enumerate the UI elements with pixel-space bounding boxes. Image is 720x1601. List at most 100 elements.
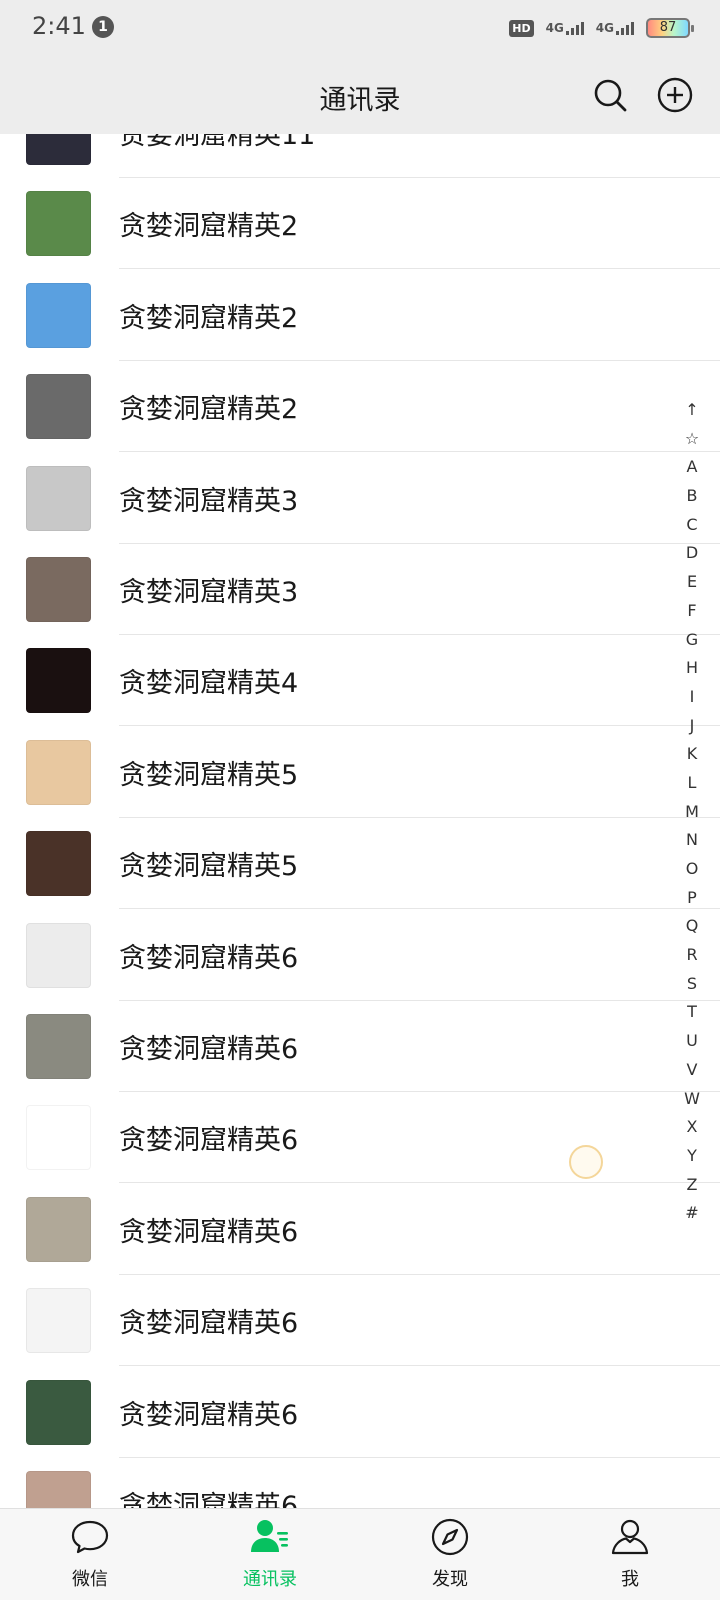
top-nav-bar: 通讯录 (0, 56, 720, 134)
network-type-1: 4G (545, 21, 564, 35)
signal-icon-1: 4G (546, 21, 584, 35)
person-icon (611, 1519, 649, 1555)
contact-avatar (26, 282, 91, 348)
contact-avatar (26, 648, 91, 714)
index-letter[interactable]: V (674, 1056, 710, 1085)
contact-avatar (26, 374, 91, 440)
contact-name: 贪婪洞窟精英3 (119, 577, 299, 608)
contact-name: 贪婪洞窟精英2 (119, 394, 299, 426)
index-letter[interactable]: ☆ (674, 425, 710, 454)
index-letter[interactable]: A (674, 453, 710, 482)
index-letter[interactable]: Q (674, 912, 710, 941)
search-icon[interactable] (591, 76, 629, 114)
index-letter[interactable]: X (674, 1113, 710, 1142)
contact-name: 贪婪洞窟精英4 (119, 668, 299, 700)
contact-row[interactable]: 贪婪洞窟精英2 (0, 178, 720, 270)
contact-row[interactable]: 贪婪洞窟精英6 (0, 1092, 720, 1184)
contact-avatar (26, 739, 91, 805)
status-icons: HD 4G 4G 87 (509, 14, 694, 42)
contact-row[interactable]: 贪婪洞窟精英5 (0, 727, 720, 818)
contact-row[interactable]: 贪婪洞窟精英5 (0, 818, 720, 910)
plus-circle-icon[interactable] (656, 76, 694, 114)
index-letter[interactable]: D (674, 539, 710, 568)
index-letter[interactable]: Y (674, 1142, 710, 1171)
contact-avatar (26, 1105, 91, 1171)
index-letter[interactable]: W (674, 1085, 710, 1114)
contact-avatar (26, 1288, 91, 1354)
touch-indicator (569, 1145, 603, 1179)
contact-avatar (26, 831, 91, 897)
hd-icon: HD (509, 19, 534, 37)
contact-avatar (26, 922, 91, 988)
signal-icon-2: 4G (596, 21, 634, 35)
contact-row[interactable]: 贪婪洞窟精英4 (0, 635, 720, 727)
contact-avatar (26, 191, 91, 257)
chat-bubble-icon (71, 1520, 109, 1554)
tab-label: 微信 (72, 1569, 108, 1590)
contact-row[interactable]: 贪婪洞窟精英6 (0, 1275, 720, 1367)
tab-chats[interactable]: 微信 (0, 1509, 180, 1601)
index-letter[interactable]: Z (674, 1171, 710, 1200)
index-letter[interactable]: E (674, 568, 710, 597)
status-time: 2:41 (32, 12, 86, 40)
tab-discover[interactable]: 发现 (360, 1509, 540, 1601)
contact-name: 贪婪洞窟精英5 (119, 759, 299, 791)
index-letter[interactable]: K (674, 740, 710, 769)
tab-label: 发现 (432, 1569, 468, 1590)
contact-name: 贪婪洞窟精英6 (119, 1125, 299, 1157)
contact-name: 贪婪洞窟精英11 (119, 134, 316, 151)
index-letter[interactable]: G (674, 626, 710, 655)
contacts-icon (251, 1520, 288, 1552)
contact-name: 贪婪洞窟精英2 (119, 211, 299, 243)
index-letter[interactable]: B (674, 482, 710, 511)
contact-name: 贪婪洞窟精英5 (119, 851, 299, 883)
contact-name: 贪婪洞窟精英2 (119, 302, 299, 334)
tab-label: 我 (621, 1569, 639, 1590)
index-letter[interactable]: L (674, 769, 710, 798)
index-letter[interactable]: F (674, 597, 710, 626)
contact-name: 贪婪洞窟精英6 (119, 1034, 299, 1065)
contact-avatar (26, 134, 91, 165)
index-letter[interactable]: I (674, 683, 710, 712)
contact-avatar (26, 557, 91, 622)
alphabet-index[interactable]: ↑ ☆ A B C D E F G H I J K L M N O P Q R S T U V W X Y Z # (674, 396, 710, 1228)
index-letter[interactable]: M (674, 798, 710, 827)
contact-row[interactable]: 贪婪洞窟精英2 (0, 270, 720, 361)
index-letter[interactable]: S (674, 970, 710, 999)
compass-icon (431, 1518, 469, 1556)
index-letter[interactable]: J (674, 712, 710, 741)
tab-label: 通讯录 (243, 1569, 297, 1590)
contact-avatar (26, 1471, 91, 1508)
contact-row[interactable]: 贪婪洞窟精英6 (0, 1184, 720, 1275)
bottom-tab-bar: 微信 通讯录 发现 我 (0, 1508, 720, 1600)
index-letter[interactable]: H (674, 654, 710, 683)
index-letter[interactable]: O (674, 855, 710, 884)
battery-icon: 87 (646, 18, 694, 38)
tab-me[interactable]: 我 (540, 1509, 720, 1601)
status-bar: 2:41 1 HD 4G 4G 87 (0, 0, 720, 56)
contact-name: 贪婪洞窟精英6 (119, 1308, 299, 1340)
index-letter[interactable]: T (674, 998, 710, 1027)
contact-row[interactable]: 贪婪洞窟精英3 (0, 453, 720, 544)
contact-avatar (26, 1379, 91, 1445)
contact-row[interactable]: 贪婪洞窟精英6 (0, 1458, 720, 1508)
network-type-2: 4G (595, 21, 614, 35)
contact-row[interactable]: 贪婪洞窟精英3 (0, 544, 720, 635)
tab-contacts[interactable]: 通讯录 (180, 1509, 360, 1601)
index-letter[interactable]: U (674, 1027, 710, 1056)
contact-row[interactable]: 贪婪洞窟精英6 (0, 1367, 720, 1458)
index-letter[interactable]: # (674, 1199, 710, 1228)
notification-badge: 1 (92, 16, 114, 38)
index-letter[interactable]: P (674, 884, 710, 913)
contact-name: 贪婪洞窟精英6 (119, 1491, 299, 1508)
index-letter[interactable]: N (674, 826, 710, 855)
index-letter[interactable]: C (674, 511, 710, 540)
contact-row[interactable]: 贪婪洞窟精英6 (0, 910, 720, 1001)
contact-list[interactable]: 贪婪洞窟精英11 贪婪洞窟精英2 贪婪洞窟精英2 贪婪洞窟精英2 贪婪洞窟精英3 贪婪洞窟… (0, 134, 720, 1508)
contact-avatar (26, 465, 91, 531)
contact-row[interactable]: 贪婪洞窟精英6 (0, 1001, 720, 1092)
contact-row[interactable]: 贪婪洞窟精英2 (0, 361, 720, 453)
index-letter[interactable]: R (674, 941, 710, 970)
index-letter[interactable]: ↑ (674, 396, 710, 425)
contact-row[interactable]: 贪婪洞窟精英11 (0, 134, 720, 178)
